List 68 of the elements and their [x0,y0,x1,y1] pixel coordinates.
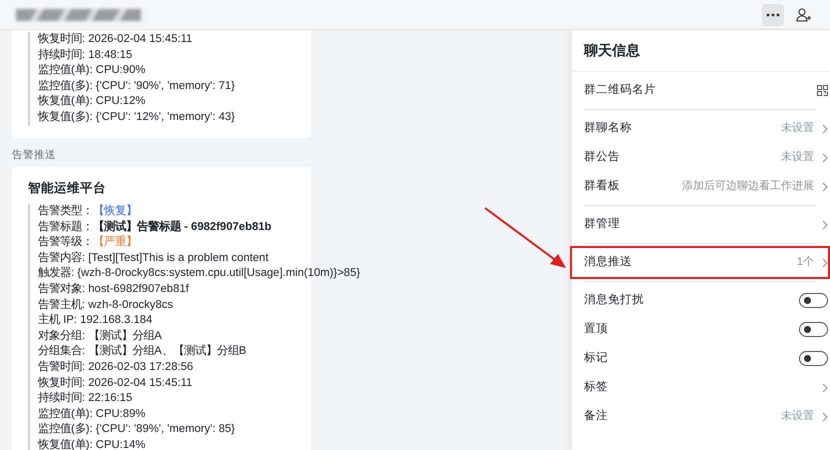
row-label: 群看板 [584,178,620,194]
message-line: 告警时间: 2026-02-03 17:28:56 [38,360,194,375]
settings-row[interactable]: 群二维码名片 [584,76,828,105]
row-label: 消息免打扰 [584,292,644,308]
settings-row[interactable]: 置顶 [584,315,828,344]
row-value: 未设置 [781,150,814,166]
settings-row[interactable]: 群公告 未设置 [584,143,828,172]
row-value: 1个 [796,255,814,270]
message-line: 恢复时间: 2026-02-04 15:45:11 [38,376,192,391]
settings-row[interactable]: 群聊名称 未设置 [584,114,828,143]
message-line: 监控值(多): {'CPU': '90%', 'memory': 71} [38,78,235,94]
more-button[interactable] [762,4,784,26]
message-line: 告警主机: wzh-8-0rocky8cs [38,298,174,313]
row-value: 未设置 [781,409,814,424]
field-value: 【严重】 [93,236,137,248]
qr-code-icon [817,85,828,96]
settings-row[interactable]: 消息免打扰 [584,286,828,315]
toggle-switch[interactable] [799,293,828,308]
row-value: 添加后可边聊边看工作进展 [682,179,814,194]
message-line: 恢复值(单): CPU:12% [38,94,146,110]
field-value: 【恢复】 [93,205,137,218]
message-line: 分组集合: 【测试】分组A、【测试】分组B [38,344,246,360]
settings-row[interactable]: 消息推送 1个 [572,248,828,277]
message-line: 对象分组: 【测试】分组A [38,328,162,344]
message-line: 告警对象: host-6982f907eb81f [38,282,189,298]
settings-row[interactable]: 群管理 [584,210,828,239]
settings-row[interactable]: 群看板 添加后可边聊边看工作进展 [584,172,828,201]
row-label: 群管理 [584,216,620,232]
message-line: 告警内容: [Test][Test]This is a problem content [38,250,268,266]
message-line: 持续时间: 22:16:15 [38,391,132,406]
toggle-switch[interactable] [799,351,828,366]
message-line: 触发器: {wzh-8-0rocky8cs:system.cpu.util[Usage].min(10m)}>85} [38,266,360,282]
row-label: 群二维码名片 [584,82,656,98]
settings-row[interactable]: 备注 未设置 [584,402,828,431]
settings-row[interactable]: 标签 [584,373,828,402]
field-label: 告警标题： [38,220,93,233]
chevron-icon [822,382,828,392]
field-label: 告警等级： [38,236,93,248]
row-label: 群聊名称 [584,120,632,136]
message-line: 持续时间: 18:48:15 [38,48,132,63]
row-label: 群公告 [584,150,620,165]
chevron-icon [822,124,828,134]
row-label: 备注 [584,408,608,424]
message-line: 主机 IP: 192.168.3.184 [38,313,152,328]
row-label: 标签 [584,380,608,395]
row-label: 标记 [584,350,608,366]
message-title: 智能运维平台 [28,180,107,198]
row-label: 置顶 [584,322,608,337]
chevron-icon [822,220,828,230]
message-line: 恢复时间: 2026-02-04 15:45:11 [38,32,192,47]
chevron-icon [822,152,828,162]
row-label: 消息推送 [584,254,632,270]
field-label: 告警类型： [38,205,93,218]
toggle-switch[interactable] [799,322,828,337]
field-value: 【测试】告警标题 - 6982f907eb81b [93,220,272,233]
sender-label: 告警推送 [12,148,57,163]
settings-row[interactable]: 标记 [584,344,828,373]
message-line: 恢复值(单): CPU:14% [38,438,146,450]
message-line: 恢复值(多): {'CPU': '12%', 'memory': 43} [38,110,235,125]
panel-title: 聊天信息 [572,30,830,72]
message-line: 监控值(单): CPU:89% [38,406,146,422]
chevron-icon [822,412,828,422]
row-value: 未设置 [781,121,814,136]
chevron-icon [822,258,828,268]
message-line: 监控值(多): {'CPU': '89%', 'memory': 85} [38,422,235,438]
message-line: 监控值(单): CPU:90% [38,63,146,78]
more-icon [766,12,780,16]
chevron-icon [822,182,828,192]
